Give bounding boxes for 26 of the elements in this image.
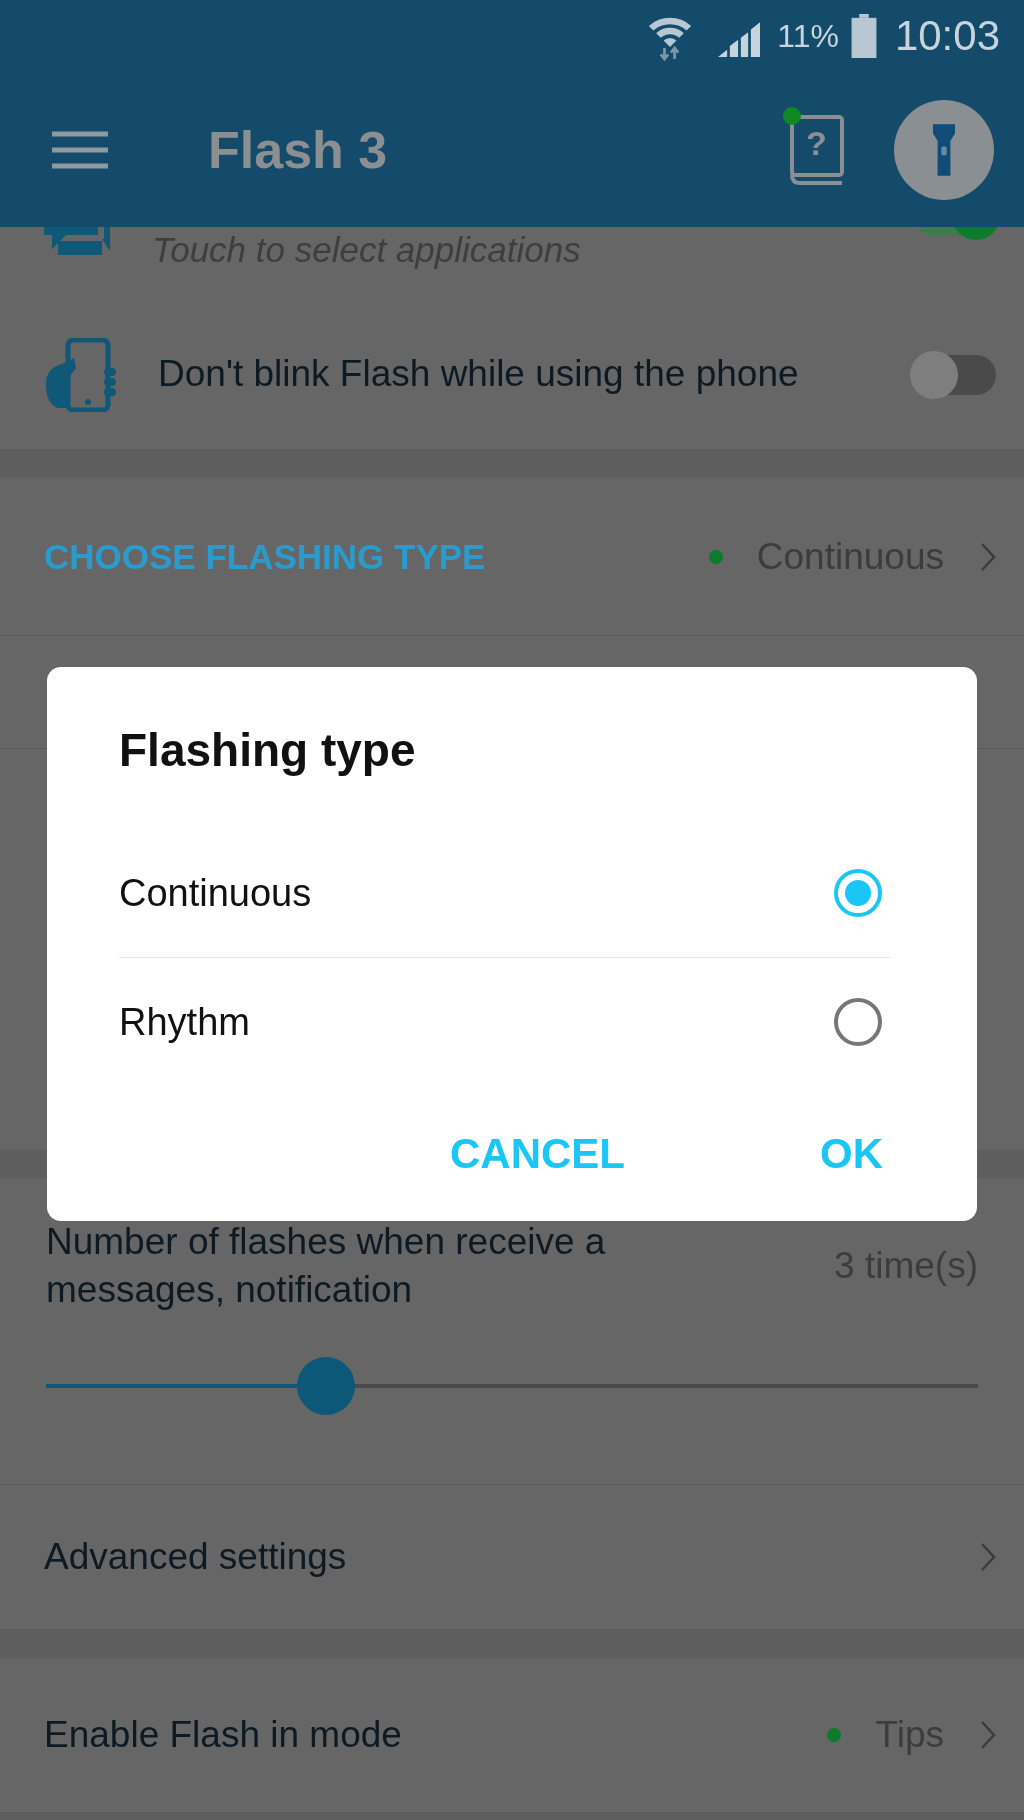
setting-label[interactable]: Advanced settings (44, 1532, 944, 1582)
chevron-right-icon[interactable] (980, 1542, 996, 1572)
dialog-title: Flashing type (119, 723, 417, 777)
radio-option[interactable]: Continuous (119, 829, 890, 957)
setting-label: Enable Flash in mode (44, 1712, 403, 1757)
chevron-right-icon (980, 541, 996, 572)
ok-button[interactable]: OK (800, 1120, 903, 1188)
notification-dot (783, 106, 801, 125)
setting-label: Don't blink Flash while using the phone (158, 352, 800, 397)
radio-button[interactable] (834, 869, 882, 917)
app-title: Flash 3 (208, 119, 388, 180)
phone-in-hand-icon (44, 337, 116, 412)
help-book-button[interactable]: ? (782, 105, 844, 186)
clock-time: 10:03 (894, 12, 1000, 60)
menu-icon[interactable] (52, 129, 108, 170)
flashlight-icon (933, 123, 955, 176)
setting-label: Number of flashes when receive a messages, notification (46, 1220, 607, 1313)
radio-option[interactable]: Rhythm (119, 957, 890, 1086)
radio-button[interactable] (834, 998, 882, 1046)
status-dot (708, 549, 723, 564)
setting-label[interactable]: CHOOSE FLASHING TYPE (44, 536, 486, 577)
cancel-button[interactable]: CANCEL (430, 1120, 645, 1188)
status-dot (827, 1728, 842, 1742)
battery-icon (850, 14, 877, 58)
battery-percent: 11% (777, 17, 839, 55)
chevron-right-icon (980, 1720, 996, 1750)
